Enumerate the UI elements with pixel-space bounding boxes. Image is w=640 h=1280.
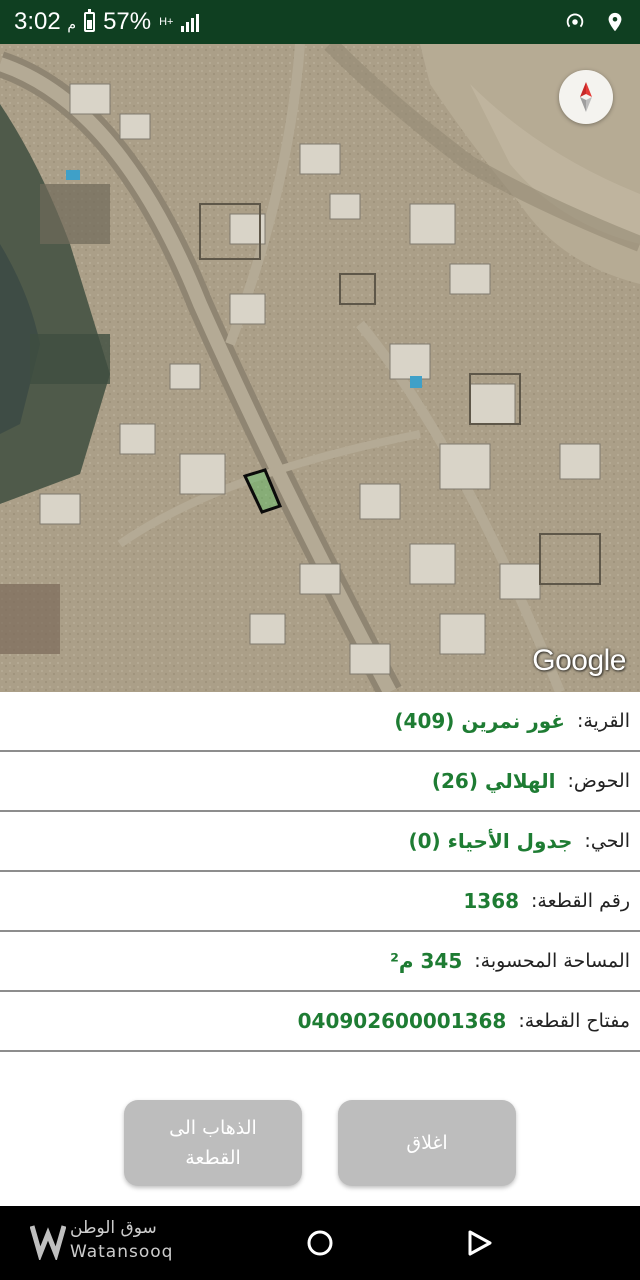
basin-label: الحوض: [567, 770, 630, 792]
location-icon [608, 12, 622, 32]
network-type: H+ [159, 16, 174, 28]
signal-icon [181, 12, 200, 32]
compass-needle-icon [580, 82, 592, 112]
clock-time: 3:02 [14, 8, 61, 35]
close-button[interactable]: اغلاق [338, 1100, 516, 1186]
status-right [564, 11, 626, 33]
info-row-district: الحي: جدول الأحياء (0) [0, 812, 640, 872]
satellite-map[interactable]: Google [0, 44, 640, 692]
battery-percent: 57% [103, 8, 152, 35]
clock-suffix: م [67, 16, 77, 32]
watermark-arabic: سوق الوطن [70, 1218, 157, 1238]
hotspot-icon [566, 13, 584, 28]
compass-icon[interactable] [559, 70, 613, 124]
village-label: القرية: [576, 710, 630, 732]
parcel-key-value: 040902600001368 [297, 1009, 507, 1033]
go-to-parcel-label-line2: القطعة [185, 1147, 241, 1169]
battery-icon [84, 9, 96, 32]
info-row-village: القرية: غور نمرين (409) [0, 692, 640, 752]
close-button-label: اغلاق [406, 1132, 448, 1154]
district-value: جدول الأحياء (0) [408, 829, 573, 853]
watermark-logo-icon [30, 1225, 66, 1260]
navigation-bar: سوق الوطن Watansooq [0, 1206, 640, 1280]
go-to-parcel-button[interactable]: الذهاب الى القطعة [124, 1100, 302, 1186]
status-bar: 3:02 م 57% H+ [0, 0, 640, 44]
parcel-number-value: 1368 [463, 889, 520, 913]
parcel-number-label: رقم القطعة: [531, 890, 630, 912]
area-value: 345 م² [390, 949, 463, 973]
watermark-english: Watansooq [70, 1242, 174, 1262]
map-imagery [0, 44, 640, 692]
village-value: غور نمرين (409) [394, 709, 565, 733]
basin-value: الهلالي (26) [431, 769, 556, 793]
district-label: الحي: [584, 830, 630, 852]
info-row-parcel-key: مفتاح القطعة: 040902600001368 [0, 992, 640, 1052]
area-label: المساحة المحسوبة: [474, 950, 630, 972]
go-to-parcel-label-line1: الذهاب الى [169, 1117, 257, 1139]
parcel-key-label: مفتاح القطعة: [518, 1010, 630, 1032]
status-left: 3:02 م 57% H+ [14, 8, 200, 36]
info-row-parcel-number: رقم القطعة: 1368 [0, 872, 640, 932]
info-row-area: المساحة المحسوبة: 345 م² [0, 932, 640, 992]
parcel-info-panel: القرية: غور نمرين (409) الحوض: الهلالي (… [0, 692, 640, 1052]
back-button-icon[interactable] [465, 1228, 495, 1258]
home-button-icon[interactable] [305, 1228, 335, 1258]
google-attribution: Google [532, 644, 626, 677]
clock: 3:02 م [14, 8, 76, 36]
info-row-basin: الحوض: الهلالي (26) [0, 752, 640, 812]
